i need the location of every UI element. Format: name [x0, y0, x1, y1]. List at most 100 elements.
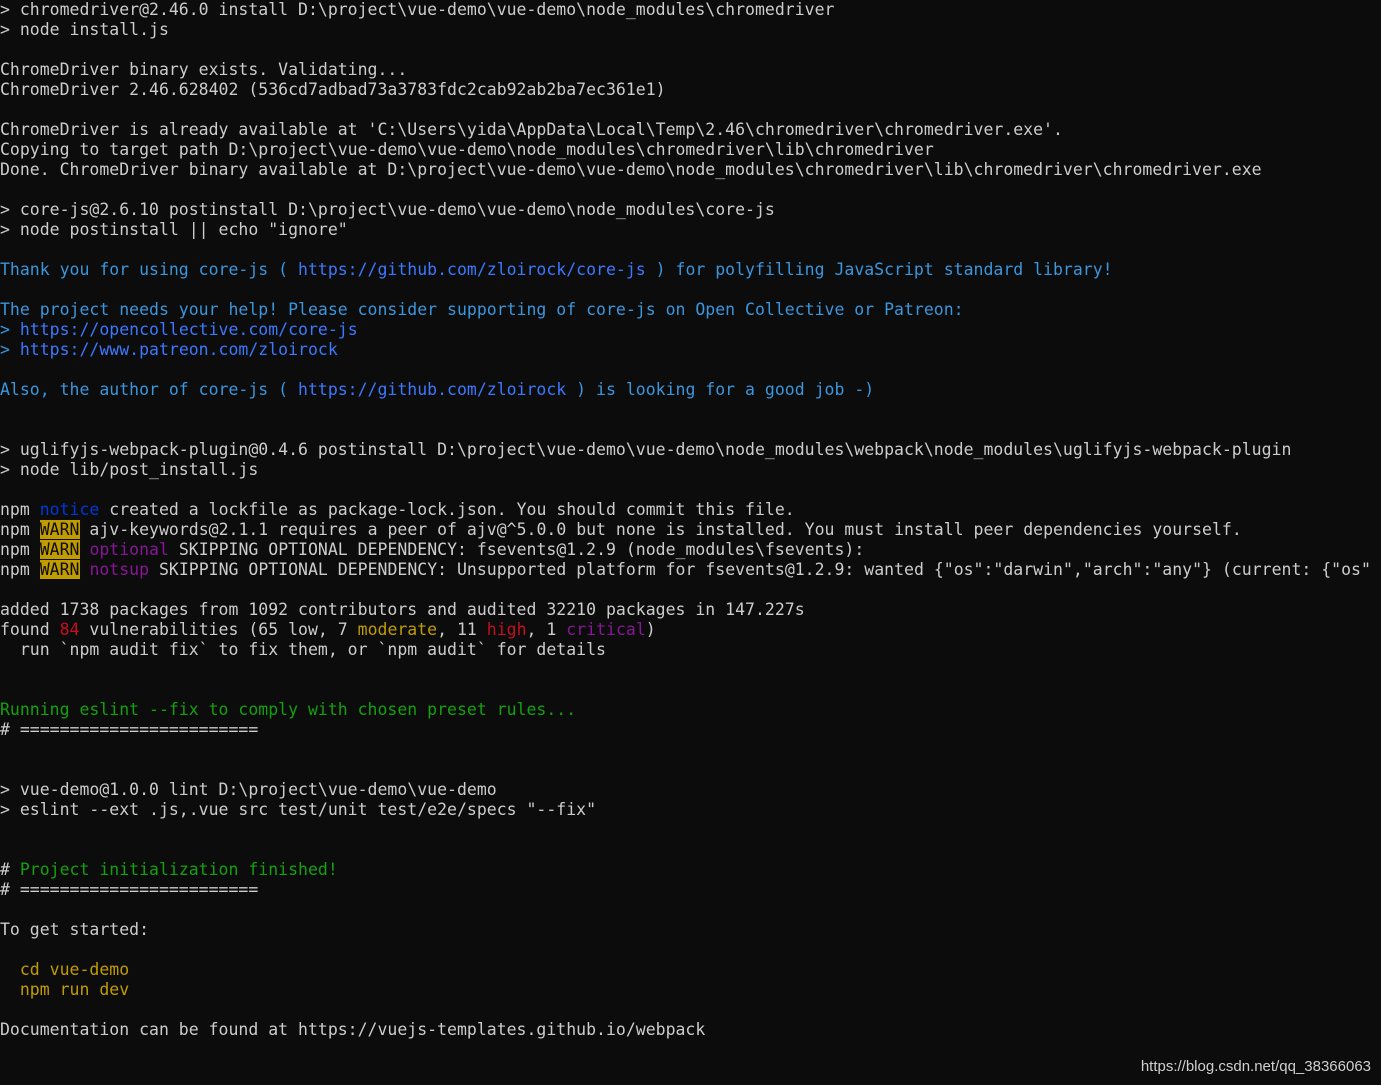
terminal-line: > eslint --ext .js,.vue src test/unit te… — [0, 800, 1381, 820]
warn-badge: WARN — [39, 520, 80, 539]
terminal-text: > eslint --ext .js,.vue src test/unit te… — [0, 800, 597, 819]
terminal-line: The project needs your help! Please cons… — [0, 300, 1381, 320]
terminal-line: Copying to target path D:\project\vue-de… — [0, 140, 1381, 160]
terminal-text: critical — [566, 620, 646, 639]
terminal-text: SKIPPING OPTIONAL DEPENDENCY: fsevents@1… — [168, 540, 865, 559]
terminal-text: Running eslint --fix to comply with chos… — [0, 700, 577, 719]
terminal-line: npm run dev — [0, 980, 1381, 1000]
terminal-text: # ======================== — [0, 720, 259, 739]
terminal-text: Documentation can be found at https://vu… — [0, 1020, 706, 1039]
terminal-line: npm WARN ajv-keywords@2.1.1 requires a p… — [0, 520, 1381, 540]
terminal-line: Done. ChromeDriver binary available at D… — [0, 160, 1381, 180]
terminal-text: notice — [39, 500, 100, 519]
terminal-line: > uglifyjs-webpack-plugin@0.4.6 postinst… — [0, 440, 1381, 460]
terminal-text: ajv-keywords@2.1.1 requires a peer of aj… — [79, 520, 1242, 539]
terminal-text: optional — [89, 540, 169, 559]
terminal-line: run `npm audit fix` to fix them, or `npm… — [0, 640, 1381, 660]
terminal-text: The project needs your help! Please cons… — [0, 300, 964, 319]
terminal-line: > core-js@2.6.10 postinstall D:\project\… — [0, 200, 1381, 220]
terminal-line: > https://opencollective.com/core-js — [0, 320, 1381, 340]
terminal-line: npm notice created a lockfile as package… — [0, 500, 1381, 520]
terminal-text: > node lib/post_install.js — [0, 460, 259, 479]
terminal-text: 84 — [59, 620, 80, 639]
terminal-text: notsup — [89, 560, 150, 579]
terminal-text: > node install.js — [0, 20, 169, 39]
terminal-line: > vue-demo@1.0.0 lint D:\project\vue-dem… — [0, 780, 1381, 800]
terminal-text: moderate — [357, 620, 438, 639]
terminal-text: ChromeDriver is already available at 'C:… — [0, 120, 1063, 139]
terminal-link[interactable]: https://github.com/zloirock — [298, 380, 566, 399]
watermark-text: https://blog.csdn.net/qq_38366063 — [1140, 1058, 1371, 1075]
terminal-text: npm — [0, 500, 40, 519]
terminal-line: Documentation can be found at https://vu… — [0, 1020, 1381, 1040]
terminal-line: To get started: — [0, 920, 1381, 940]
terminal-line: ChromeDriver binary exists. Validating..… — [0, 60, 1381, 80]
terminal-output[interactable]: > chromedriver@2.46.0 install D:\project… — [0, 0, 1381, 1085]
terminal-line: Running eslint --fix to comply with chos… — [0, 700, 1381, 720]
terminal-text: ) — [645, 620, 656, 639]
terminal-text: npm — [0, 520, 40, 539]
terminal-text: npm run dev — [0, 980, 130, 999]
terminal-text: ) for polyfilling JavaScript standard li… — [645, 260, 1113, 279]
terminal-text: high — [486, 620, 527, 639]
terminal-line: ChromeDriver is already available at 'C:… — [0, 120, 1381, 140]
terminal-text: created a lockfile as package-lock.json.… — [99, 500, 795, 519]
terminal-line: cd vue-demo — [0, 960, 1381, 980]
terminal-text: > — [0, 340, 20, 359]
terminal-line: > https://www.patreon.com/zloirock — [0, 340, 1381, 360]
terminal-text: found — [0, 620, 60, 639]
terminal-text: cd vue-demo — [0, 960, 130, 979]
terminal-line: npm WARN notsup SKIPPING OPTIONAL DEPEND… — [0, 560, 1381, 580]
terminal-line: # ======================== — [0, 720, 1381, 740]
terminal-text: Also, the author of core-js ( — [0, 380, 299, 399]
terminal-link[interactable]: https://opencollective.com/core-js — [20, 320, 358, 339]
terminal-text: npm — [0, 560, 40, 579]
terminal-line: ChromeDriver 2.46.628402 (536cd7adbad73a… — [0, 80, 1381, 100]
terminal-text: npm — [0, 540, 40, 559]
terminal-line: # Project initialization finished! — [0, 860, 1381, 880]
terminal-text: > — [0, 320, 20, 339]
terminal-text: ) is looking for a good job -) — [566, 380, 875, 399]
terminal-text: ChromeDriver binary exists. Validating..… — [0, 60, 408, 79]
terminal-text: Project initialization finished! — [19, 860, 338, 879]
terminal-text: Thank you for using core-js ( — [0, 260, 299, 279]
terminal-text: , 11 — [437, 620, 487, 639]
terminal-link[interactable]: https://github.com/zloirock/core-js — [298, 260, 646, 279]
terminal-text: added 1738 packages from 1092 contributo… — [0, 600, 805, 619]
terminal-line: Also, the author of core-js ( https://gi… — [0, 380, 1381, 400]
terminal-line: found 84 vulnerabilities (65 low, 7 mode… — [0, 620, 1381, 640]
terminal-text: vulnerabilities (65 low, 7 — [79, 620, 358, 639]
terminal-text: Done. ChromeDriver binary available at D… — [0, 160, 1262, 179]
terminal-line: > node install.js — [0, 20, 1381, 40]
terminal-text: > core-js@2.6.10 postinstall D:\project\… — [0, 200, 775, 219]
terminal-text: Copying to target path D:\project\vue-de… — [0, 140, 934, 159]
warn-badge: WARN — [39, 540, 80, 559]
terminal-link[interactable]: https://www.patreon.com/zloirock — [20, 340, 338, 359]
terminal-text: # ======================== — [0, 880, 259, 899]
terminal-line: > node postinstall || echo "ignore" — [0, 220, 1381, 240]
terminal-line: > node lib/post_install.js — [0, 460, 1381, 480]
terminal-text: > node postinstall || echo "ignore" — [0, 220, 348, 239]
warn-badge: WARN — [39, 560, 80, 579]
terminal-text: > vue-demo@1.0.0 lint D:\project\vue-dem… — [0, 780, 497, 799]
terminal-text: SKIPPING OPTIONAL DEPENDENCY: Unsupporte… — [149, 560, 1371, 579]
